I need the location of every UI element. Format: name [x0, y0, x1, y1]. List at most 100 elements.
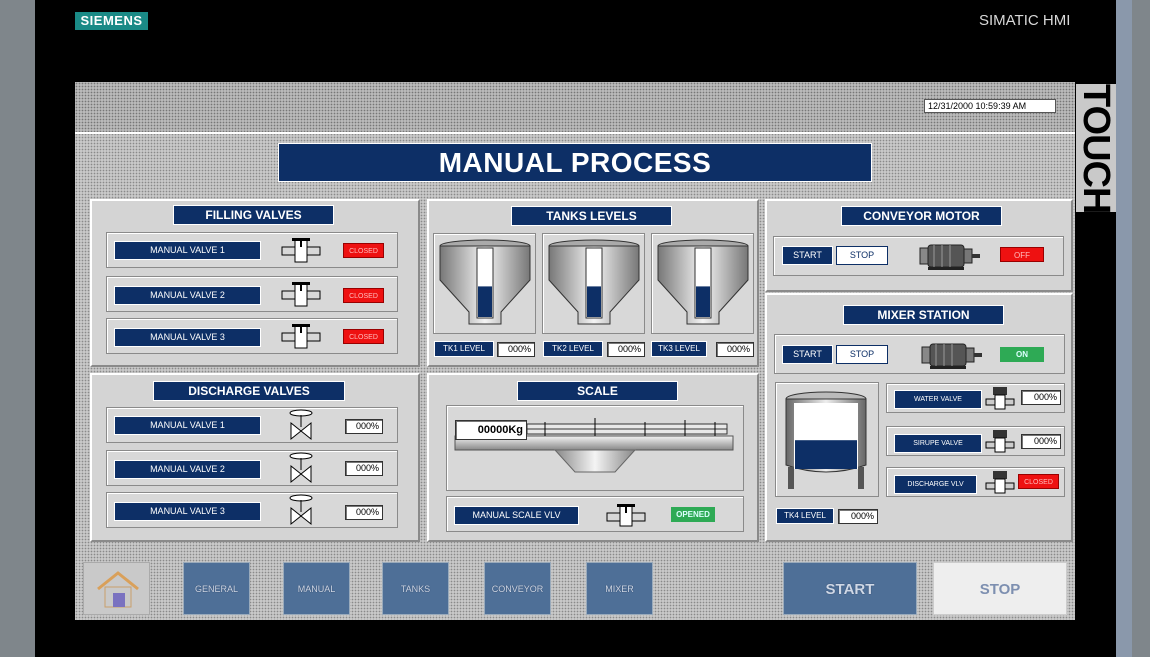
sirupe-valve-row: SIRUPE VALVE 000%	[886, 426, 1065, 456]
mixer-station-section: MIXER STATION START STOP ON WATER VALVE …	[765, 293, 1073, 542]
valve-percent-display: 000%	[345, 461, 383, 476]
tk1-level-display: 000%	[497, 342, 535, 357]
discharge-valve-3-button[interactable]: MANUAL VALVE 3	[114, 502, 261, 521]
bezel-left	[0, 0, 35, 657]
tank-3-level-fill	[696, 286, 710, 317]
tanks-levels-title: TANKS LEVELS	[511, 206, 672, 226]
home-icon	[97, 571, 139, 608]
tanks-levels-section: TANKS LEVELS TK1 LEVEL 000% TK2 LEVEL 00…	[427, 199, 759, 367]
water-valve-row: WATER VALVE 000%	[886, 383, 1065, 413]
conveyor-motor-row: START STOP OFF	[773, 236, 1064, 276]
nav-conveyor-button[interactable]: CONVEYOR	[484, 562, 551, 615]
home-button[interactable]	[83, 562, 150, 615]
filling-valve-row: MANUAL VALVE 3 CLOSED	[106, 318, 398, 354]
actuated-valve-icon	[985, 471, 1015, 494]
discharge-valves-title: DISCHARGE VALVES	[153, 381, 345, 401]
filling-valves-section: FILLING VALVES MANUAL VALVE 1 CLOSED MAN…	[90, 199, 420, 367]
nav-manual-button[interactable]: MANUAL	[283, 562, 350, 615]
scale-valve-status: OPENED	[671, 507, 715, 522]
brand-label: SIMATIC HMI	[979, 12, 1071, 29]
mixer-motor-row: START STOP ON	[774, 334, 1065, 374]
discharge-valve-icon	[289, 452, 313, 484]
scale-box: 00000Kg	[446, 405, 744, 491]
conveyor-stop-button[interactable]: STOP	[836, 246, 888, 265]
actuated-valve-icon	[985, 387, 1015, 410]
actuated-valve-icon	[985, 430, 1015, 453]
conveyor-start-button[interactable]: START	[782, 246, 833, 265]
discharge-valve-1-button[interactable]: MANUAL VALVE 1	[114, 416, 261, 435]
valve-icon	[281, 282, 321, 307]
valve-icon	[606, 504, 646, 527]
hmi-screen: 12/31/2000 10:59:39 AM MANUAL PROCESS FI…	[75, 82, 1075, 620]
global-start-button[interactable]: START	[783, 562, 917, 615]
mixer-station-title: MIXER STATION	[843, 305, 1004, 325]
filling-valve-row: MANUAL VALVE 1 CLOSED	[106, 232, 398, 268]
tank-2-box	[542, 233, 645, 334]
sirupe-valve-button[interactable]: SIRUPE VALVE	[894, 434, 982, 453]
tank-2-icon	[548, 239, 640, 325]
valve-icon	[281, 238, 321, 263]
scale-title: SCALE	[517, 381, 678, 401]
water-valve-button[interactable]: WATER VALVE	[894, 390, 982, 409]
valve-percent-display: 000%	[345, 505, 383, 520]
tank-1-icon	[439, 239, 531, 325]
discharge-valve-row: MANUAL VALVE 1 000%	[106, 407, 398, 443]
discharge-vlv-row: DISCHARGE VLV CLOSED	[886, 467, 1065, 497]
tk4-level-display: 000%	[838, 509, 878, 524]
tank-3-box	[651, 233, 754, 334]
scale-valve-row: MANUAL SCALE VLV OPENED	[446, 496, 744, 532]
tank-1-level-fill	[478, 286, 492, 317]
tank-1-box	[433, 233, 536, 334]
conveyor-motor-section: CONVEYOR MOTOR START STOP OFF	[765, 199, 1073, 292]
scale-weight-display: 00000Kg	[455, 420, 527, 440]
datetime-display: 12/31/2000 10:59:39 AM	[924, 99, 1056, 113]
valve-status-indicator: CLOSED	[343, 329, 384, 344]
tank-3-icon	[657, 239, 749, 325]
manual-scale-valve-button[interactable]: MANUAL SCALE VLV	[454, 506, 579, 525]
mixer-stop-button[interactable]: STOP	[836, 345, 888, 364]
nav-tanks-button[interactable]: TANKS	[382, 562, 449, 615]
motor-icon	[919, 244, 980, 270]
manual-valve-2-button[interactable]: MANUAL VALVE 2	[114, 286, 261, 305]
valve-icon	[281, 324, 321, 349]
tk3-level-button[interactable]: TK3 LEVEL	[651, 341, 707, 357]
conveyor-status-indicator: OFF	[1000, 247, 1044, 262]
discharge-valve-icon	[289, 409, 313, 441]
tk3-level-display: 000%	[716, 342, 754, 357]
tk1-level-button[interactable]: TK1 LEVEL	[434, 341, 494, 357]
mixer-start-button[interactable]: START	[782, 345, 833, 364]
global-stop-button[interactable]: STOP	[933, 562, 1067, 615]
bezel-right	[1116, 0, 1150, 657]
touch-label: TOUCH	[1075, 84, 1117, 214]
sirupe-valve-display: 000%	[1021, 434, 1061, 449]
motor-icon	[921, 343, 982, 369]
scale-section: SCALE 00000Kg MANUAL SCALE VLV OPENED	[427, 373, 759, 542]
tk4-level-button[interactable]: TK4 LEVEL	[776, 508, 834, 524]
valve-status-indicator: CLOSED	[343, 288, 384, 303]
mixer-status-indicator: ON	[1000, 347, 1044, 362]
conveyor-motor-title: CONVEYOR MOTOR	[841, 206, 1002, 226]
valve-percent-display: 000%	[345, 419, 383, 434]
discharge-valve-2-button[interactable]: MANUAL VALVE 2	[114, 460, 261, 479]
discharge-valve-row: MANUAL VALVE 2 000%	[106, 450, 398, 486]
top-bar: 12/31/2000 10:59:39 AM	[75, 82, 1075, 134]
discharge-valves-section: DISCHARGE VALVES MANUAL VALVE 1 000% MAN…	[90, 373, 420, 542]
nav-general-button[interactable]: GENERAL	[183, 562, 250, 615]
tank-2-level-fill	[587, 286, 601, 317]
tk4-box	[775, 382, 879, 497]
manual-valve-3-button[interactable]: MANUAL VALVE 3	[114, 328, 261, 347]
mixer-tank-level-fill	[795, 440, 857, 469]
discharge-valve-icon	[289, 494, 313, 526]
nav-mixer-button[interactable]: MIXER	[586, 562, 653, 615]
filling-valve-row: MANUAL VALVE 2 CLOSED	[106, 276, 398, 312]
discharge-vlv-button[interactable]: DISCHARGE VLV	[894, 475, 977, 494]
mixer-tank-icon	[785, 391, 867, 489]
discharge-vlv-status: CLOSED	[1018, 474, 1059, 489]
tk2-level-display: 000%	[607, 342, 645, 357]
page-title: MANUAL PROCESS	[278, 143, 872, 182]
tk2-level-button[interactable]: TK2 LEVEL	[543, 341, 603, 357]
siemens-logo: SIEMENS	[75, 12, 148, 30]
filling-valves-title: FILLING VALVES	[173, 205, 334, 225]
manual-valve-1-button[interactable]: MANUAL VALVE 1	[114, 241, 261, 260]
valve-status-indicator: CLOSED	[343, 243, 384, 258]
